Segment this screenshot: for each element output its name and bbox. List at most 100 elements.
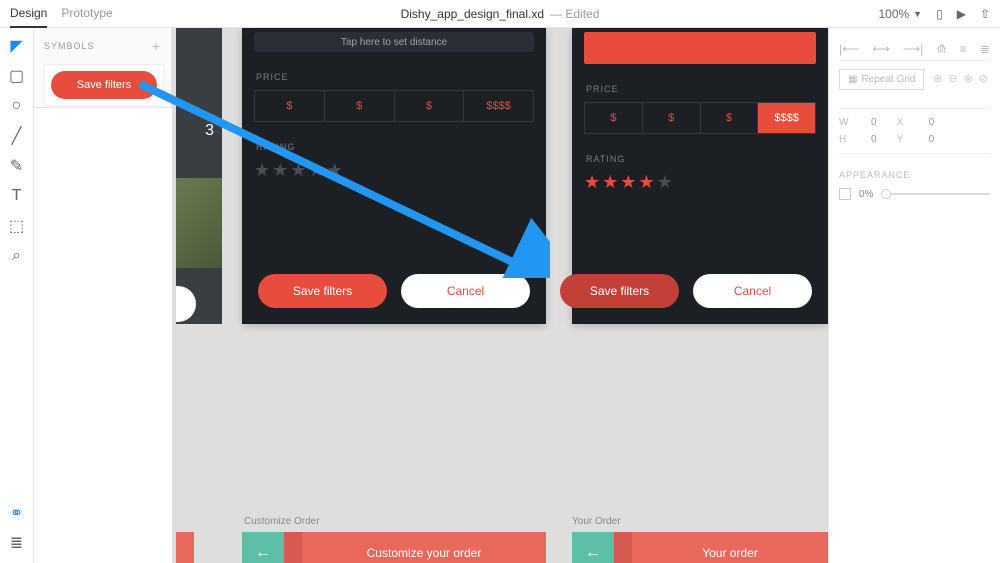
ellipse-tool-icon[interactable]: ○ (9, 98, 25, 114)
design-canvas[interactable]: 3 Tap here to set distance PRICE $ $ $ $… (172, 28, 828, 563)
symbol-thumbnail[interactable]: Save filters (44, 64, 164, 106)
property-panel: |⟵ ⟷ ⟶| ⟰ ≡ ≣ ▦ Repeat Grid ⊕ ⊖ ⊗ ⊘ W 0 … (828, 28, 1000, 563)
star-icon[interactable]: ★ (272, 160, 288, 181)
opacity-control[interactable]: 0% (839, 188, 990, 200)
price-3[interactable]: $ (701, 103, 759, 133)
align-center-h-icon[interactable]: ⟷ (873, 42, 890, 56)
boolean-intersect-icon[interactable]: ⊗ (964, 72, 973, 85)
save-filters-button[interactable]: Save filters (258, 274, 387, 308)
width-value[interactable]: 0 (871, 117, 877, 128)
star-icon[interactable]: ★ (290, 160, 306, 181)
artboard-4-name[interactable]: Your Order (572, 516, 621, 527)
x-value[interactable]: 0 (929, 117, 935, 128)
zoom-control[interactable]: 100% ▼ (878, 7, 922, 21)
play-icon[interactable]: ▶ (957, 7, 966, 21)
price-4[interactable]: $$$$ (758, 103, 815, 133)
back-icon[interactable]: ← (242, 532, 284, 563)
star-icon[interactable]: ★ (254, 160, 270, 181)
symbols-icon[interactable]: ⚭ (9, 505, 25, 521)
line-tool-icon[interactable]: ╱ (9, 128, 25, 144)
rating-label: RATING (586, 154, 814, 164)
price-1[interactable]: $ (585, 103, 643, 133)
artboard-sliver-left[interactable]: 3 (176, 28, 222, 324)
star-icon[interactable]: ★ (327, 160, 343, 181)
price-2[interactable]: $ (325, 91, 395, 121)
add-symbol-icon[interactable]: + (152, 38, 161, 54)
align-icons-row: |⟵ ⟷ ⟶| ⟰ ≡ ≣ (839, 38, 990, 61)
text-tool-icon[interactable]: T (9, 188, 25, 204)
rating-label: RATING (256, 142, 532, 152)
price-label: PRICE (586, 84, 814, 94)
rectangle-tool-icon[interactable]: ▢ (9, 68, 25, 84)
cancel-button[interactable]: Cancel (401, 274, 530, 308)
star-icon[interactable]: ★ (602, 172, 618, 193)
artboard-your-order[interactable]: ← Your order (572, 532, 828, 563)
star-icon[interactable]: ★ (584, 172, 600, 193)
share-icon[interactable]: ⇧ (980, 7, 990, 21)
x-label: X (897, 117, 909, 128)
y-label: Y (897, 134, 909, 145)
chevron-down-icon: ▼ (913, 9, 922, 19)
grid-icon: ▦ (848, 74, 857, 85)
price-1[interactable]: $ (255, 91, 325, 121)
layers-icon[interactable]: ≣ (9, 535, 25, 551)
price-3[interactable]: $ (395, 91, 465, 121)
boolean-subtract-icon[interactable]: ⊖ (948, 72, 957, 85)
align-left-icon[interactable]: |⟵ (839, 42, 859, 56)
distribute-v-icon[interactable]: ≣ (980, 42, 990, 56)
symbols-title: SYMBOLS (44, 41, 95, 51)
sliver-circle (176, 286, 196, 322)
design-tab[interactable]: Design (10, 0, 47, 28)
align-right-icon[interactable]: ⟶| (903, 42, 923, 56)
pen-tool-icon[interactable]: ✎ (9, 158, 25, 174)
y-value[interactable]: 0 (929, 134, 935, 145)
customize-banner: Customize your order (302, 532, 546, 563)
star-icon[interactable]: ★ (657, 172, 673, 193)
prototype-tab[interactable]: Prototype (61, 0, 112, 28)
opacity-value[interactable]: 0% (859, 189, 873, 200)
price-4[interactable]: $$$$ (464, 91, 533, 121)
shade-strip (614, 532, 632, 563)
symbols-panel: SYMBOLS + Save filters (34, 28, 172, 108)
artboard-3-name[interactable]: Customize Order (244, 516, 320, 527)
price-label: PRICE (256, 72, 532, 82)
star-icon[interactable]: ★ (638, 172, 654, 193)
red-input-box[interactable] (584, 32, 816, 64)
star-icon[interactable]: ★ (620, 172, 636, 193)
width-label: W (839, 117, 851, 128)
price-segmented[interactable]: $ $ $ $$$$ (584, 102, 816, 134)
sliver-image (176, 178, 222, 268)
distance-input[interactable]: Tap here to set distance (254, 32, 534, 52)
artboard-tool-icon[interactable]: ⬚ (9, 218, 25, 234)
shade-strip (284, 532, 302, 563)
save-filters-symbol: Save filters (51, 71, 157, 99)
filename: Dishy_app_design_final.xd (401, 7, 544, 21)
repeat-grid-button[interactable]: ▦ Repeat Grid (839, 69, 924, 90)
back-icon[interactable]: ← (572, 532, 614, 563)
select-tool-icon[interactable]: ◤ (9, 38, 25, 54)
height-label: H (839, 134, 851, 145)
mode-tabs: Design Prototype (10, 0, 113, 28)
slider-thumb[interactable] (881, 189, 891, 199)
star-icon[interactable]: ★ (308, 160, 324, 181)
artboard-filters-1[interactable]: Tap here to set distance PRICE $ $ $ $$$… (242, 28, 546, 324)
opacity-slider[interactable] (881, 193, 990, 195)
rating-stars[interactable]: ★ ★ ★ ★ ★ (254, 160, 534, 181)
boolean-add-icon[interactable]: ⊕ (933, 72, 942, 85)
height-value[interactable]: 0 (871, 134, 877, 145)
rating-stars[interactable]: ★ ★ ★ ★ ★ (584, 172, 816, 193)
boolean-exclude-icon[interactable]: ⊘ (979, 72, 988, 85)
price-2[interactable]: $ (643, 103, 701, 133)
artboard-filters-2[interactable]: PRICE $ $ $ $$$$ RATING ★ ★ ★ ★ ★ Save f… (572, 28, 828, 324)
price-segmented[interactable]: $ $ $ $$$$ (254, 90, 534, 122)
artboard-sliver-bottom[interactable] (176, 532, 194, 563)
artboard-customize-order[interactable]: ← Customize your order (242, 532, 546, 563)
align-top-icon[interactable]: ⟰ (936, 42, 946, 56)
distribute-h-icon[interactable]: ≡ (960, 42, 967, 56)
zoom-tool-icon[interactable]: ⌕ (9, 248, 25, 264)
cancel-button[interactable]: Cancel (693, 274, 812, 308)
save-filters-button[interactable]: Save filters (560, 274, 679, 308)
sliver-number: 3 (205, 122, 214, 140)
opacity-checker-icon (839, 188, 851, 200)
device-preview-icon[interactable]: ▯ (936, 7, 943, 21)
